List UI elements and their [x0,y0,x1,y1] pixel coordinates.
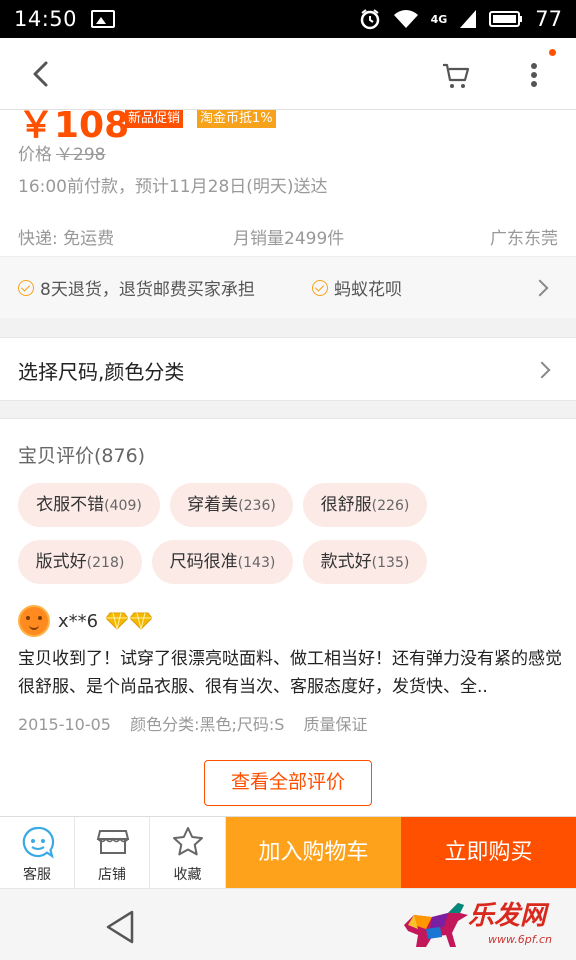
system-back-icon[interactable] [104,909,136,945]
ship-from-location: 广东东莞 [490,229,558,249]
review-tag[interactable]: 版式好(218) [18,540,142,584]
review-meta: 2015-10-05 颜色分类:黑色;尺码:S 质量保证 [18,711,382,735]
review-tag-text: 很舒服 [320,495,372,515]
cart-icon[interactable] [440,60,472,92]
reviewer-name: x**6 [58,610,99,632]
check-circle-icon [18,279,34,296]
bull-logo-icon [404,903,468,947]
status-bar: 14:50 4G 77 [0,0,576,38]
shop-label: 店铺 [98,867,126,883]
review-tag-count: (218) [86,555,125,571]
shipping-info: 快递: 免运费 [18,229,115,249]
diamond-icon [130,612,153,630]
review-tag-count: (236) [238,498,276,514]
notification-dot [549,49,556,56]
status-time: 14:50 [14,7,78,31]
guarantee-huabei: 蚂蚁花呗 [312,275,402,300]
review-tag-count: (226) [371,498,410,514]
review-tag[interactable]: 尺码很准(143) [152,540,293,584]
chevron-right-icon [531,279,549,297]
service-guarantee-row[interactable]: 8天退货，退货邮费买家承担 蚂蚁花呗 [0,256,576,318]
select-sku-label: 选择尺码,颜色分类 [18,360,185,384]
star-icon [173,827,203,856]
review-tag-count: (135) [371,555,410,571]
review-text: 宝贝收到了！试穿了很漂亮哒面料、做工相当好！还有弹力没有紧的感觉很舒服、是个尚品… [18,649,562,697]
review-tag[interactable]: 穿着美(236) [170,483,293,527]
review-quality-note: 质量保证 [303,715,368,734]
guarantee-label: 蚂蚁花呗 [334,280,402,300]
diamond-icon [106,612,129,630]
buy-now-button[interactable]: 立即购买 [401,817,576,889]
watermark-brand: 乐发网 [468,901,547,931]
customer-service-icon [22,826,55,859]
delivery-estimate: 16:00前付款，预计11月28日(明天)送达 [18,177,328,197]
original-price-label: 价格 [18,145,52,165]
bottom-action-bar: 客服 店铺 收藏 加入购物车 立即购买 [0,816,576,889]
review-tag-text: 尺码很准 [169,552,238,572]
select-sku-row[interactable]: 选择尺码,颜色分类 [0,337,576,401]
review-sku: 颜色分类:黑色;尺码:S [130,715,285,734]
battery-icon [489,11,523,27]
review-date: 2015-10-05 [18,715,111,734]
view-all-reviews-button[interactable]: 查看全部评价 [204,760,372,806]
shop-button[interactable]: 店铺 [75,817,150,889]
review-tag[interactable]: 款式好(135) [303,540,427,584]
promo-tag: 淘金币抵1% [197,110,276,128]
network-type-label: 4G [430,12,448,26]
original-price-value: ￥298 [56,145,106,165]
review-tag-text: 衣服不错 [36,495,105,515]
avatar [18,605,50,637]
chevron-left-icon[interactable] [26,58,58,90]
watermark-url: www.6pf.cn [488,933,552,946]
review-tag-text: 款式好 [320,552,372,572]
service-button[interactable]: 客服 [0,817,75,889]
reviewer-info: x**6 [18,605,153,637]
alarm-icon [360,9,379,30]
monthly-sales: 月销量2499件 [233,229,345,249]
battery-level: 77 [535,7,562,31]
review-tag-text: 版式好 [35,552,87,572]
guarantee-return: 8天退货，退货邮费买家承担 [18,275,255,300]
review-tag[interactable]: 衣服不错(409) [18,483,160,527]
review-tag[interactable]: 很舒服(226) [303,483,427,527]
original-price: 价格 ￥298 [18,140,105,165]
favorite-label: 收藏 [173,867,202,883]
wifi-icon [393,10,418,28]
service-label: 客服 [23,867,51,883]
top-nav-bar [0,38,576,110]
review-tag-text: 穿着美 [187,495,239,515]
price-section: ￥108 新品促销 淘金币抵1% 价格 ￥298 16:00前付款，预计11月28… [0,110,576,318]
favorite-button[interactable]: 收藏 [150,817,226,889]
guarantee-label: 8天退货，退货邮费买家承担 [40,280,255,300]
shop-icon [96,830,130,854]
more-vertical-icon[interactable] [522,58,546,92]
signal-icon [460,10,477,28]
chevron-right-icon [533,361,551,379]
reviews-title: 宝贝评价(876) [18,445,146,467]
review-tag-count: (143) [237,555,276,571]
watermark: 乐发网 www.6pf.cn [398,893,574,957]
check-circle-icon [312,279,328,296]
review-tag-count: (409) [104,498,142,514]
image-notification-icon [91,10,116,28]
reviews-section: 宝贝评价(876) 衣服不错(409) 穿着美(236) 很舒服(226) 版式… [0,418,576,816]
system-nav-bar: 乐发网 www.6pf.cn [0,888,576,960]
add-to-cart-button[interactable]: 加入购物车 [226,817,401,889]
promo-tag: 新品促销 [125,110,184,128]
